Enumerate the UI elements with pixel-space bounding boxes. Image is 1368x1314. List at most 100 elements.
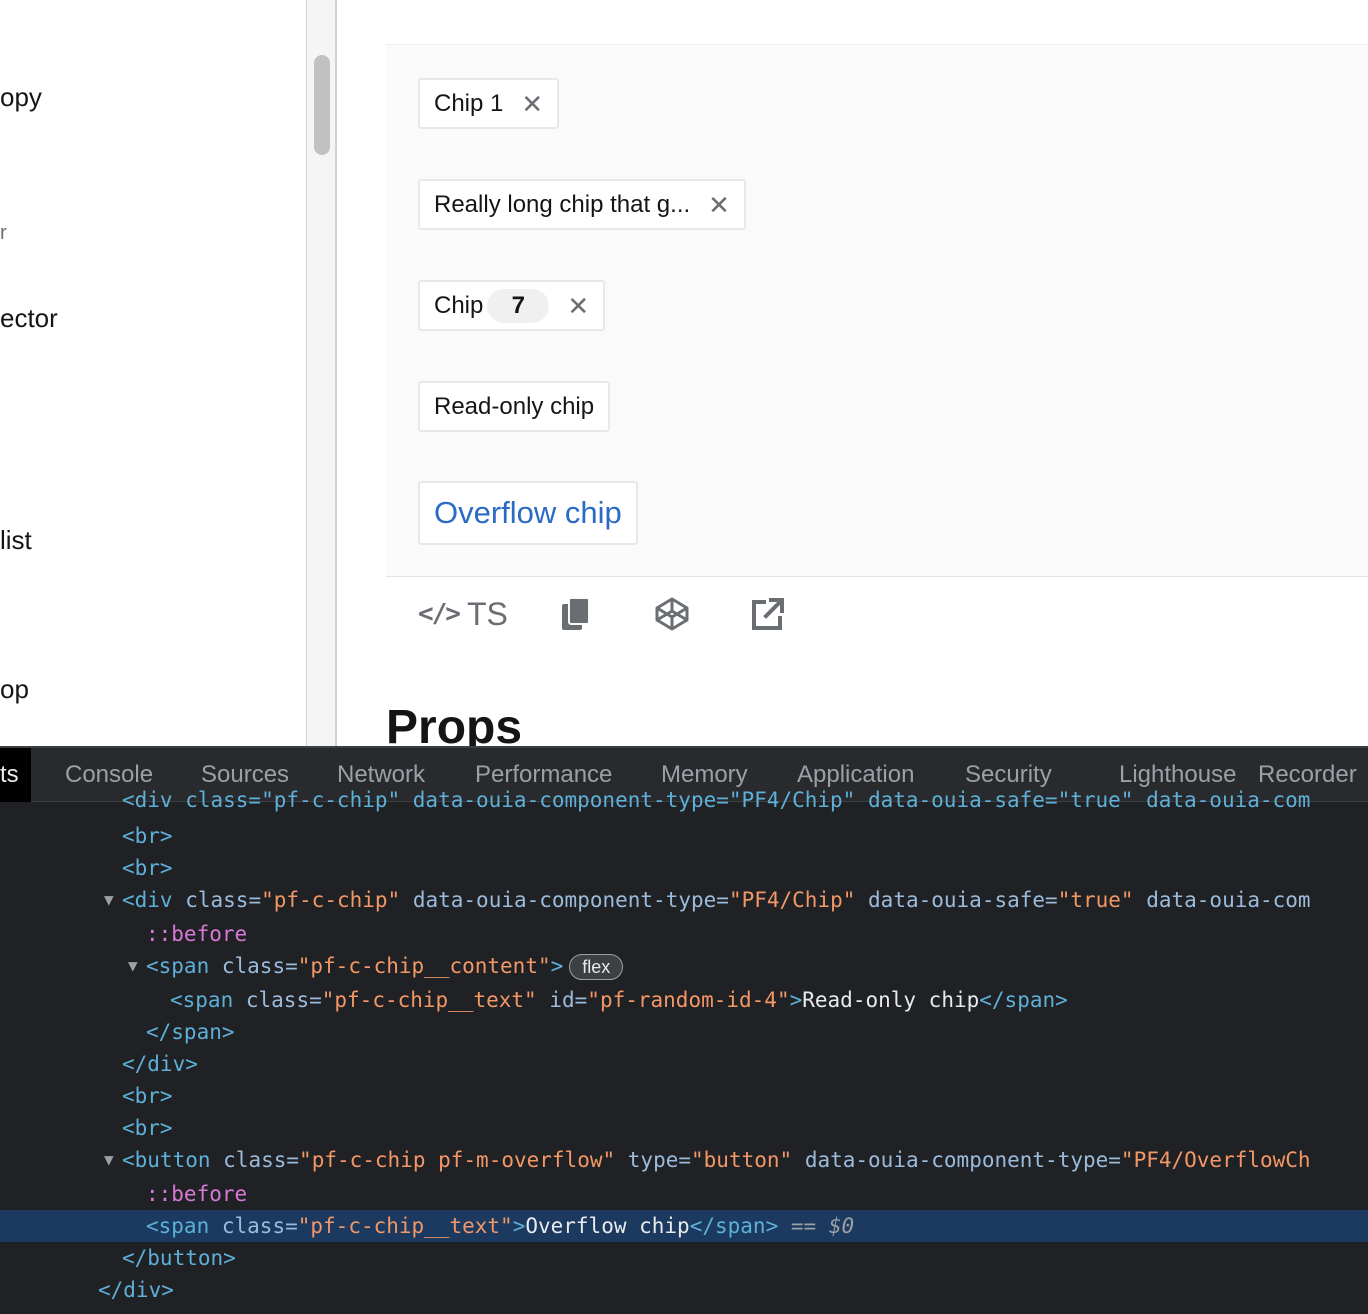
- tag-name: <span: [146, 954, 210, 978]
- tag-close: </button>: [122, 1246, 236, 1270]
- chip-1: Chip 1 ✕: [418, 78, 560, 129]
- sidebar-item-op[interactable]: op: [0, 674, 29, 705]
- sidebar-scrollbar[interactable]: [307, 0, 337, 746]
- example-preview: Chip 1 ✕ Really long chip that g... ✕ Ch…: [386, 44, 1368, 577]
- br-tag: <br>: [122, 856, 173, 880]
- chip-text: Read-only chip: [434, 392, 595, 420]
- tag-name: <span: [170, 988, 234, 1012]
- sidebar-item-copy[interactable]: opy: [0, 82, 42, 113]
- dom-node-row-selected[interactable]: <span class="pf-c-chip__text">Overflow c…: [0, 1210, 1368, 1242]
- ts-label: TS: [466, 595, 508, 632]
- dom-node-row[interactable]: ▼ <span class="pf-c-chip__content"> flex: [0, 950, 1368, 982]
- tag-close: </span>: [146, 1020, 235, 1044]
- attr-name: data-ouia-com: [1146, 888, 1311, 912]
- copy-button[interactable]: [560, 594, 592, 634]
- flex-badge[interactable]: flex: [569, 954, 624, 980]
- dom-node-row[interactable]: <br>: [0, 852, 1368, 884]
- br-tag: <br>: [122, 1084, 173, 1108]
- attr-value: "pf-c-chip__content": [297, 954, 551, 978]
- dom-node-row[interactable]: <br>: [0, 820, 1368, 852]
- pseudo-element: ::before: [146, 1182, 248, 1206]
- tag-name: <span: [146, 1214, 210, 1238]
- text-node: Overflow chip: [525, 1214, 690, 1238]
- selected-marker: $0: [828, 1214, 855, 1238]
- chip-text: Chip 1: [434, 89, 504, 117]
- tag-close: </div>: [122, 1052, 198, 1076]
- attr-value: "PF4/OverflowCh: [1120, 1148, 1311, 1172]
- props-heading: Props: [386, 701, 523, 746]
- attr-value: "button": [691, 1148, 793, 1172]
- sidebar-item-partial[interactable]: r: [0, 222, 7, 245]
- codepen-button[interactable]: [654, 594, 690, 634]
- toggle-ts-code-button[interactable]: </> TS: [418, 594, 508, 634]
- expand-triangle-icon[interactable]: ▼: [104, 1144, 114, 1176]
- tag-close: </span>: [689, 1214, 779, 1238]
- attr-name: id: [549, 988, 575, 1012]
- dom-node-row[interactable]: ::before: [0, 1178, 1368, 1210]
- copy-icon: [562, 597, 590, 630]
- pseudo-element: ::before: [146, 922, 248, 946]
- tag-name: <div: [122, 888, 173, 912]
- dom-node-row[interactable]: ::before: [0, 918, 1368, 950]
- sidebar-item-list[interactable]: list: [0, 525, 32, 556]
- close-icon[interactable]: ✕: [521, 91, 543, 117]
- selected-marker: ==: [790, 1214, 817, 1238]
- chip-count-badge: 7: [487, 288, 550, 323]
- dom-node-row[interactable]: ▼ <div class="pf-c-chip" data-ouia-compo…: [0, 884, 1368, 916]
- chip-text: Really long chip that g...: [434, 190, 691, 218]
- attr-name: data-ouia-component-type: [412, 888, 717, 912]
- main-content: Chip 1 ✕ Really long chip that g... ✕ Ch…: [339, 0, 1368, 746]
- attr-name: class: [221, 1214, 286, 1238]
- dom-node-row[interactable]: ▼ <button class="pf-c-chip pf-m-overflow…: [0, 1144, 1368, 1176]
- sidebar-nav: opy r ector list op: [0, 0, 307, 746]
- dom-node-row[interactable]: <br>: [0, 1080, 1368, 1112]
- tag-name: <button: [122, 1148, 211, 1172]
- tag-close: </div>: [98, 1278, 174, 1302]
- codepen-icon: [655, 597, 689, 631]
- dom-node-row[interactable]: <br>: [0, 1112, 1368, 1144]
- dom-node-row[interactable]: <div class="pf-c-chip" data-ouia-compone…: [122, 784, 1368, 816]
- attr-name: class: [221, 954, 286, 978]
- dom-node-row[interactable]: <span class="pf-c-chip__text" id="pf-ran…: [0, 984, 1368, 1016]
- chip-read-only: Read-only chip: [418, 381, 611, 432]
- attr-value: "true": [1057, 888, 1134, 912]
- tab-elements[interactable]: ts: [0, 748, 31, 802]
- attr-name: data-ouia-component-type: [804, 1148, 1109, 1172]
- example-toolbar: </> TS: [386, 578, 1368, 648]
- chip-text: Overflow chip: [434, 495, 622, 530]
- attr-value: "pf-c-chip__text": [321, 988, 537, 1012]
- dom-node-row[interactable]: </div>: [0, 1048, 1368, 1080]
- code-icon: </>: [418, 599, 461, 629]
- attr-value: "pf-c-chip pf-m-overflow": [299, 1148, 616, 1172]
- devtools-panel: ts Console Sources Network Performance M…: [0, 746, 1368, 1314]
- chip-badge: Chip 7 ✕: [418, 280, 606, 331]
- dom-node-row[interactable]: </div>: [0, 1274, 1368, 1306]
- attr-name: class: [245, 988, 310, 1012]
- attr-value: "PF4/Chip": [728, 888, 856, 912]
- expand-triangle-icon[interactable]: ▼: [104, 884, 114, 916]
- expand-triangle-icon[interactable]: ▼: [128, 950, 138, 982]
- scrollbar-thumb[interactable]: [314, 55, 330, 155]
- attr-value: "pf-random-id-4": [587, 988, 790, 1012]
- dom-node-row[interactable]: </button>: [0, 1242, 1368, 1274]
- attr-value: "pf-c-chip__text": [297, 1214, 513, 1238]
- chip-text: Chip: [434, 291, 484, 319]
- external-link-icon: [752, 598, 784, 630]
- close-icon[interactable]: ✕: [708, 192, 730, 218]
- br-tag: <br>: [122, 824, 173, 848]
- text-node: Read-only chip: [802, 988, 980, 1012]
- tag-close: </span>: [979, 988, 1068, 1012]
- tag-close: >: [789, 988, 803, 1012]
- elements-tree: <div class="pf-c-chip" data-ouia-compone…: [0, 788, 1368, 1314]
- attr-name: class: [185, 888, 249, 912]
- open-new-window-button[interactable]: [750, 594, 786, 634]
- dom-node-row[interactable]: </span>: [0, 1016, 1368, 1048]
- dom-node-text: <div class="pf-c-chip" data-ouia-compone…: [122, 788, 1311, 812]
- sidebar-item-selector[interactable]: ector: [0, 303, 58, 334]
- overflow-chip-button[interactable]: Overflow chip: [418, 481, 638, 545]
- br-tag: <br>: [122, 1116, 173, 1140]
- attr-name: class: [223, 1148, 287, 1172]
- attr-name: data-ouia-safe: [868, 888, 1046, 912]
- close-icon[interactable]: ✕: [567, 293, 589, 319]
- chip-long: Really long chip that g... ✕: [418, 179, 746, 230]
